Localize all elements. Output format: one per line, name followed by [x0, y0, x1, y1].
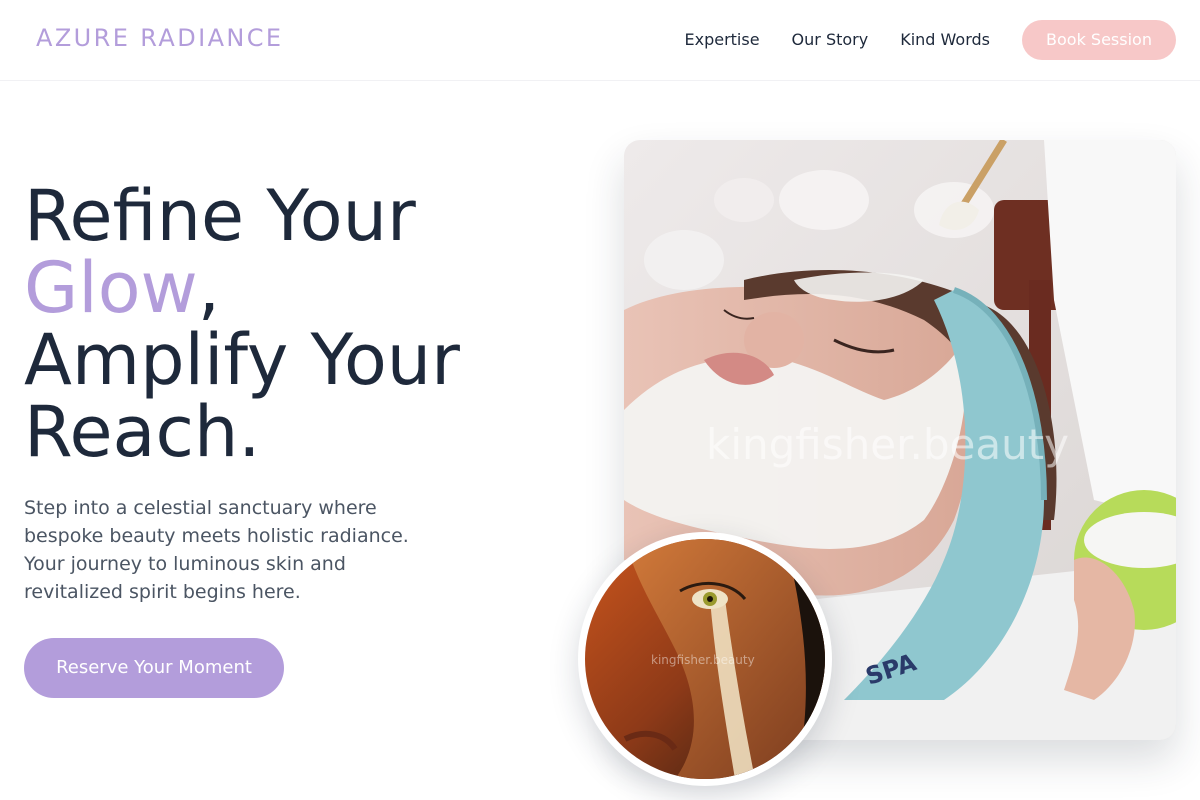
hero-title-accent: Glow — [24, 247, 198, 329]
nav-link-our-story[interactable]: Our Story — [792, 20, 869, 60]
portrait-circle-frame: kingfisher.beauty — [578, 532, 832, 786]
nav-link-expertise[interactable]: Expertise — [684, 20, 759, 60]
book-session-button[interactable]: Book Session — [1022, 20, 1176, 60]
hero-title-line1: Refine Your — [24, 175, 416, 257]
main-nav: Expertise Our Story Kind Words Book Sess… — [684, 20, 1176, 60]
hero-title-line3: Amplify Your — [24, 319, 460, 401]
reserve-moment-button[interactable]: Reserve Your Moment — [24, 638, 284, 698]
hero-title-line4: Reach. — [24, 391, 261, 473]
nav-link-kind-words[interactable]: Kind Words — [900, 20, 990, 60]
main-photo-watermark: kingfisher.beauty — [706, 420, 1070, 469]
site-header: AZURE RADIANCE Expertise Our Story Kind … — [0, 0, 1200, 81]
hero-title-comma: , — [197, 247, 221, 329]
hero-description: Step into a celestial sanctuary where be… — [24, 497, 409, 603]
portrait-watermark: kingfisher.beauty — [651, 653, 755, 667]
brand-logo[interactable]: AZURE RADIANCE — [36, 24, 283, 52]
portrait-photo: kingfisher.beauty — [585, 539, 825, 779]
hero-title: Refine Your Glow, Amplify Your Reach. — [24, 180, 564, 468]
